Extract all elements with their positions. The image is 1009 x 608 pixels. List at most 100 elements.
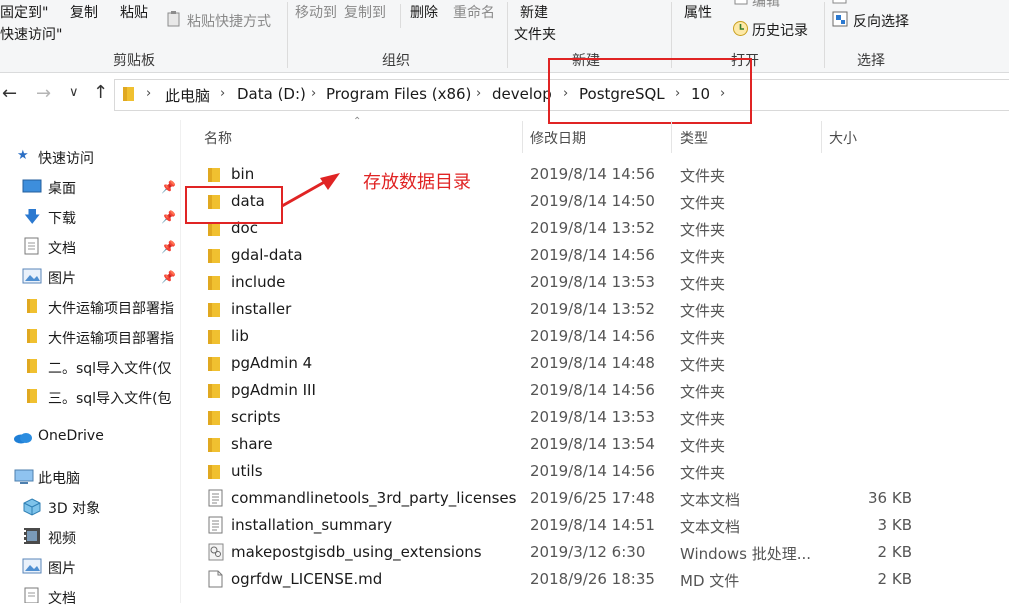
forward-button[interactable]: → [36,83,51,104]
column-separator[interactable] [821,121,822,153]
sidebar-item-folder[interactable]: 大件运输项目部署指 [48,328,174,348]
column-header-name[interactable]: 名称 [204,128,232,148]
file-name: installation_summary [231,516,393,534]
sidebar-item-folder[interactable]: 三。sql导入文件(包 [48,388,172,408]
documents-icon [24,587,39,603]
3d-objects-icon [23,498,41,516]
up-button[interactable]: ↑ [93,82,108,103]
file-name: commandlinetools_3rd_party_licenses [231,489,517,507]
table-row[interactable]: ogrfdw_LICENSE.md 2018/9/26 18:35 MD 文件 2 K… [196,566,916,593]
rename-button[interactable]: 重命名 [453,2,495,22]
file-name: installer [231,300,292,318]
sidebar-item-pc-pictures[interactable]: 图片 [48,558,76,578]
column-separator[interactable] [522,121,523,153]
paste-shortcut-button[interactable]: 粘贴快捷方式 [187,11,271,31]
breadcrumb-program-files-x86[interactable]: Program Files (x86) [326,85,471,103]
path-highlight-box [548,58,752,124]
sidebar-item-3d-objects[interactable]: 3D 对象 [48,498,100,518]
file-size: 2 KB [877,570,912,588]
file-date: 2019/8/14 14:48 [530,354,655,372]
pane-divider[interactable] [180,120,181,603]
table-row[interactable]: makepostgisdb_using_extensions 2019/3/12 … [196,539,916,566]
column-header-size[interactable]: 大小 [829,128,857,148]
table-row[interactable]: share 2019/8/14 13:54 文件夹 [196,431,916,458]
file-name: lib [231,327,249,345]
sidebar-item-documents[interactable]: 文档 [48,238,76,258]
data-folder-highlight-box [185,186,283,224]
arrow-right-icon: → [36,83,52,104]
file-type: MD 文件 [680,572,740,590]
edit-button[interactable]: 编辑 [752,0,780,11]
file-date: 2019/8/14 14:56 [530,327,655,345]
breadcrumb-develop[interactable]: develop [492,85,552,103]
table-row[interactable]: installation_summary 2019/8/14 14:51 文本文档 3… [196,512,916,539]
pictures-icon [22,268,42,284]
pin-icon[interactable]: 📌 [161,240,176,254]
breadcrumb-this-pc[interactable]: 此电脑 [165,85,210,106]
file-type: 文件夹 [680,194,726,212]
breadcrumb-chevron-icon: › [476,86,482,101]
column-header-date[interactable]: 修改日期 [530,128,586,148]
table-row[interactable]: commandlinetools_3rd_party_licenses 2019/… [196,485,916,512]
sidebar-onedrive[interactable]: OneDrive [38,428,104,444]
sidebar-quick-access[interactable]: 快速访问 [38,148,94,168]
sidebar-item-folder[interactable]: 大件运输项目部署指 [48,298,174,318]
table-row[interactable]: utils 2019/8/14 14:56 文件夹 [196,458,916,485]
recent-locations-button[interactable]: ∨ [69,85,79,100]
column-header-type[interactable]: 类型 [680,128,708,148]
new-folder-button[interactable]: 新建 文件夹 [514,2,556,44]
table-row[interactable]: pgAdmin 4 2019/8/14 14:48 文件夹 [196,350,916,377]
pin-quick-access-button[interactable]: 固定到" 快速访问" [0,2,62,44]
pin-icon[interactable]: 📌 [161,210,176,224]
back-button[interactable]: ← [2,83,17,104]
invert-selection-button[interactable]: 反向选择 [853,11,909,31]
pin-icon[interactable]: 📌 [161,180,176,194]
pictures-icon [22,558,42,574]
properties-button[interactable]: 属性 [684,2,712,22]
folder-icon [208,357,220,371]
folder-icon [208,384,220,398]
breadcrumb-drive-d[interactable]: Data (D:) [237,85,306,103]
sidebar-item-downloads[interactable]: 下载 [48,208,76,228]
table-row[interactable]: scripts 2019/8/14 13:53 文件夹 [196,404,916,431]
paste-button[interactable]: 粘贴 [120,2,148,22]
sidebar-this-pc[interactable]: 此电脑 [38,468,80,488]
table-row[interactable]: lib 2019/8/14 14:56 文件夹 [196,323,916,350]
annotation-text: 存放数据目录 [363,172,471,193]
select-none-icon [832,0,847,4]
delete-button[interactable]: 删除 [410,2,438,22]
copy-button[interactable]: 复制 [70,2,98,22]
folder-icon [27,329,37,343]
copy-to-button[interactable]: 复制到 [344,2,386,22]
folder-icon [208,330,220,344]
folder-icon [208,465,220,479]
folder-icon [208,438,220,452]
file-name: utils [231,462,263,480]
table-row[interactable]: installer 2019/8/14 13:52 文件夹 [196,296,916,323]
sidebar-item-desktop[interactable]: 桌面 [48,178,76,198]
sidebar-item-pictures[interactable]: 图片 [48,268,76,288]
table-row[interactable]: doc 2019/8/14 13:52 文件夹 [196,215,916,242]
file-name: scripts [231,408,281,426]
sidebar-item-videos[interactable]: 视频 [48,528,76,548]
table-row[interactable]: gdal-data 2019/8/14 14:56 文件夹 [196,242,916,269]
folder-icon [27,299,37,313]
file-type: 文件夹 [680,437,726,455]
table-row[interactable]: pgAdmin III 2019/8/14 14:56 文件夹 [196,377,916,404]
folder-icon [27,389,37,403]
history-button[interactable]: 历史记录 [752,20,808,40]
file-name: share [231,435,273,453]
file-name: makepostgisdb_using_extensions [231,543,482,561]
file-date: 2019/8/14 13:53 [530,408,655,426]
edit-icon [734,0,748,5]
pin-icon[interactable]: 📌 [161,270,176,284]
table-row[interactable]: include 2019/8/14 13:53 文件夹 [196,269,916,296]
file-type: 文件夹 [680,464,726,482]
move-to-button[interactable]: 移动到 [295,2,337,22]
sidebar-item-folder[interactable]: 二。sql导入文件(仅 [48,358,172,378]
file-size: 2 KB [877,543,912,561]
column-separator[interactable] [671,121,672,153]
sidebar-item-pc-documents[interactable]: 文档 [48,588,76,608]
file-name: ogrfdw_LICENSE.md [231,570,383,588]
file-date: 2019/8/14 14:51 [530,516,655,534]
